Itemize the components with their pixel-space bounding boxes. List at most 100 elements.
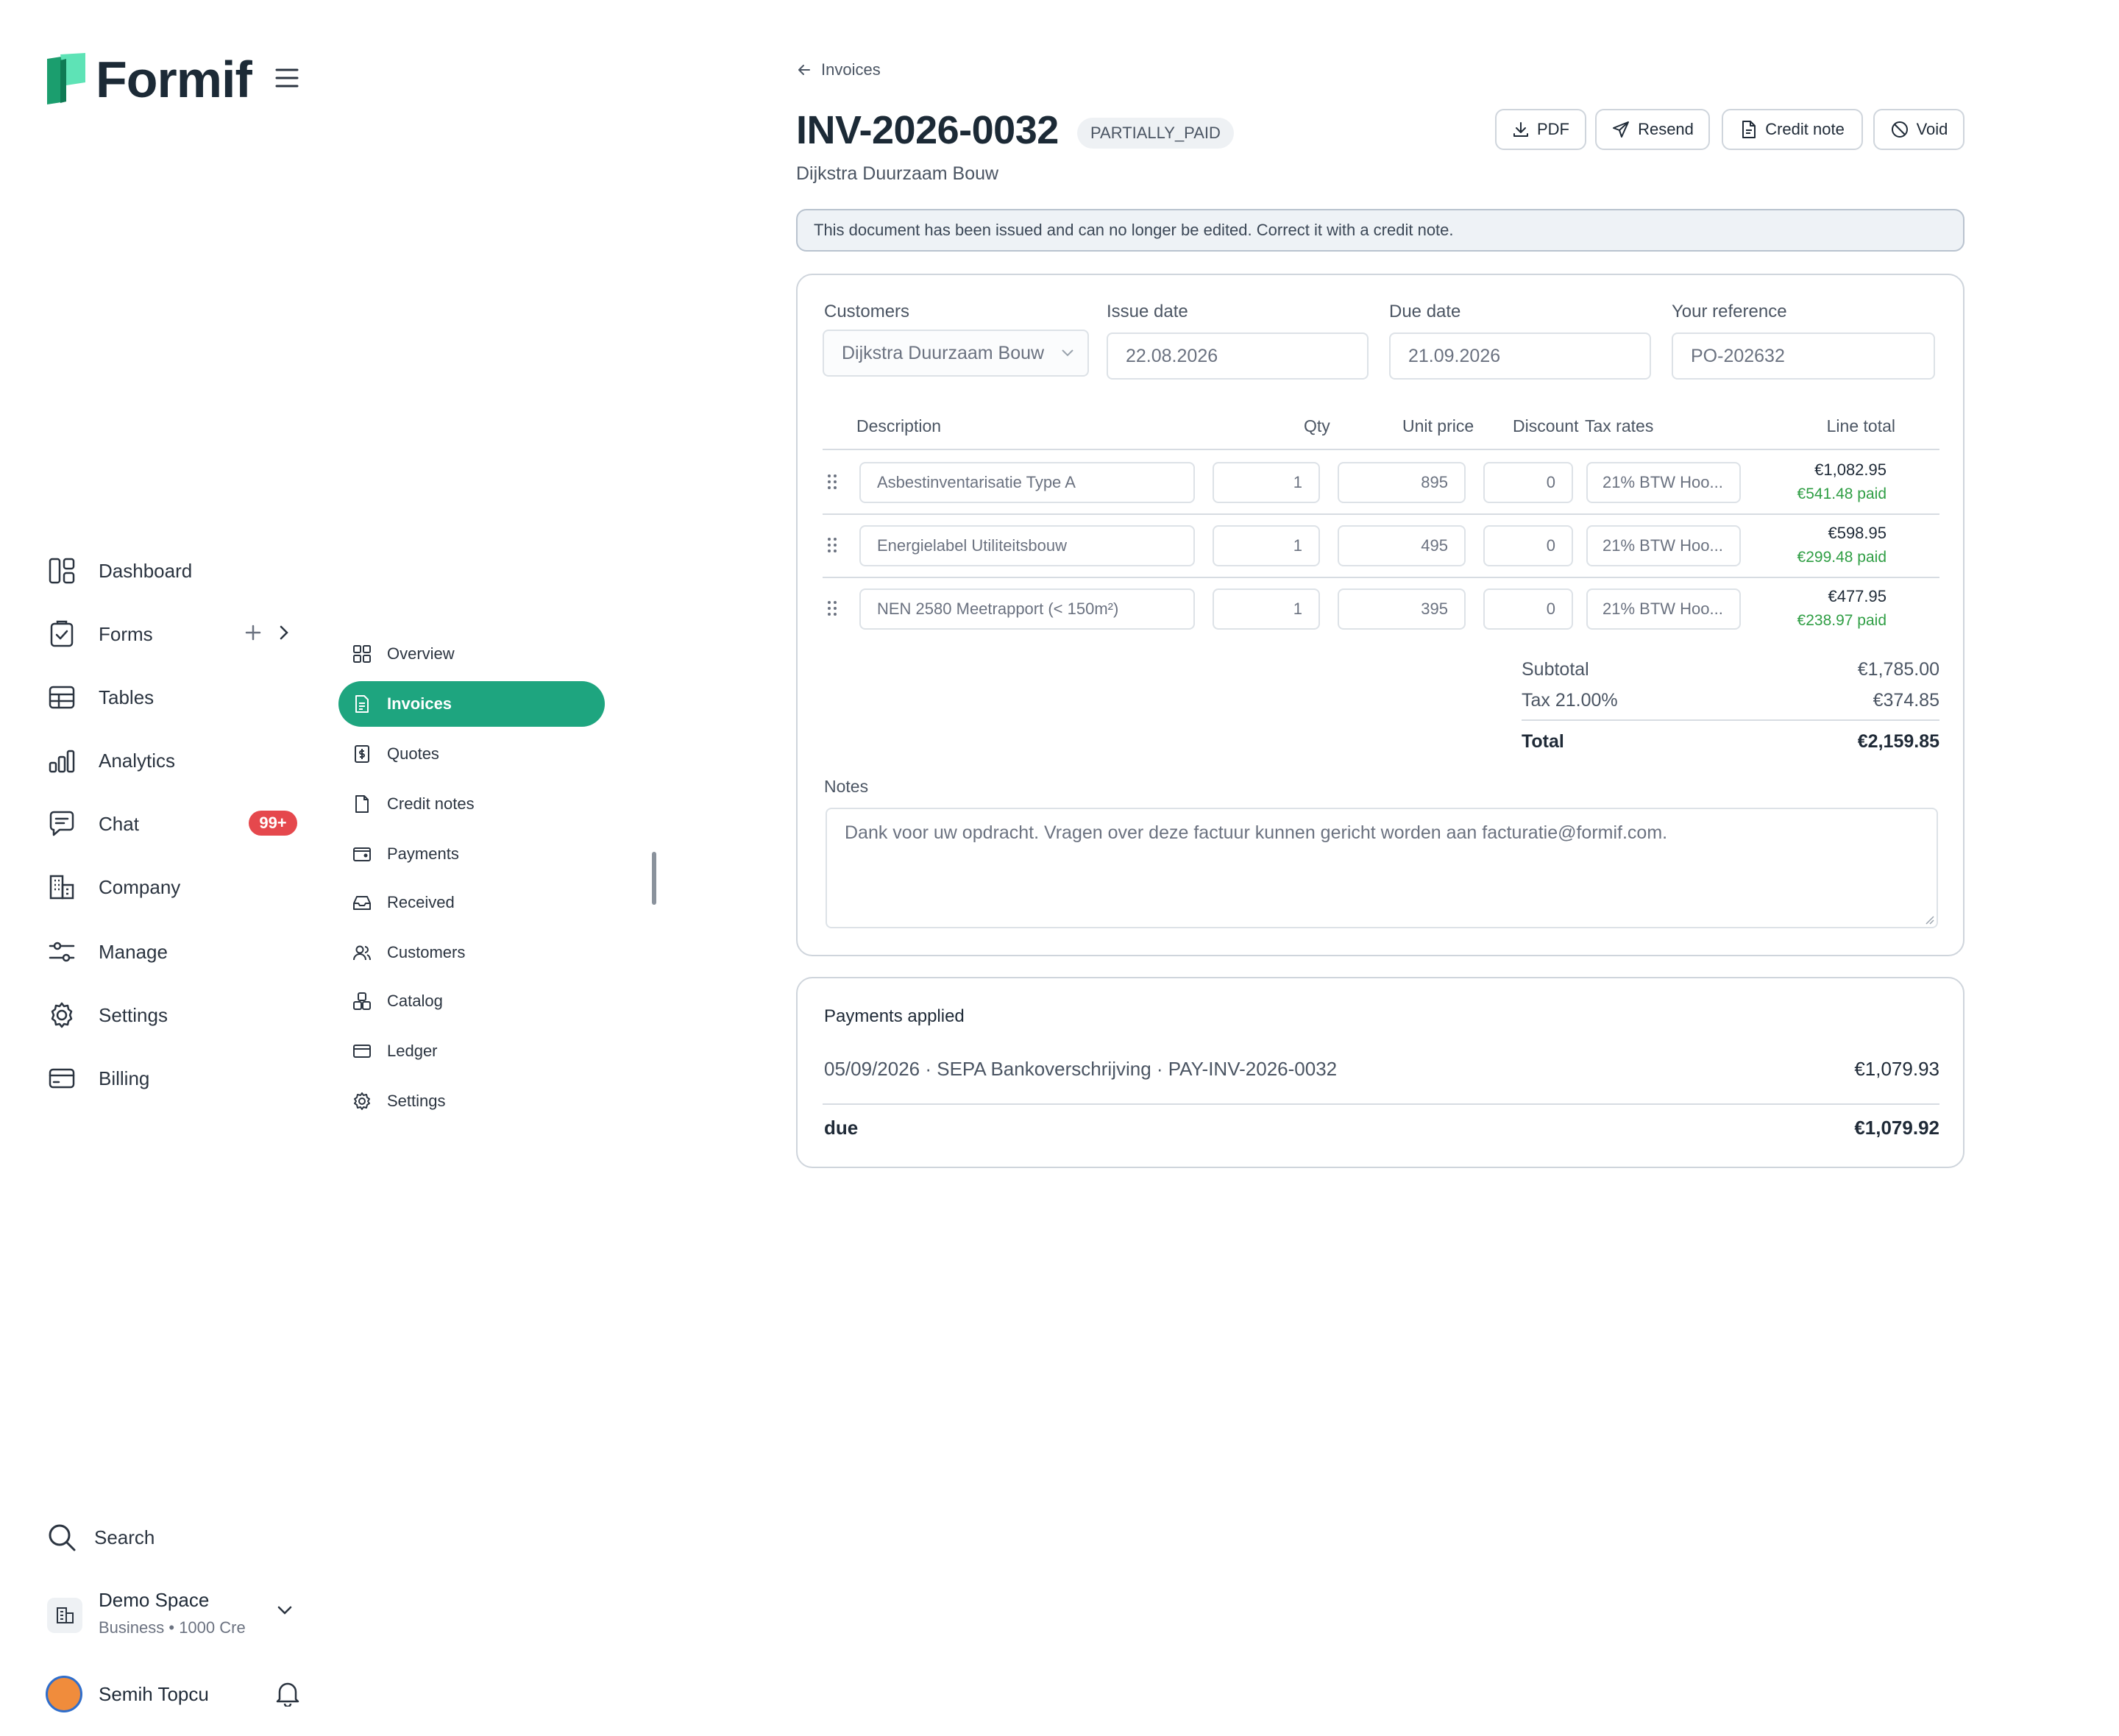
- subnav-item-credit-notes[interactable]: Credit notes: [338, 781, 605, 827]
- line-unit-price-input[interactable]: 395: [1338, 588, 1466, 630]
- dashboard-icon: [47, 556, 77, 586]
- breadcrumb[interactable]: Invoices: [796, 60, 881, 79]
- line-description-input[interactable]: NEN 2580 Meetrapport (< 150m²): [859, 588, 1195, 630]
- pdf-button[interactable]: PDF: [1495, 109, 1586, 150]
- reference-field[interactable]: PO-202632: [1672, 332, 1935, 380]
- dollar-document-icon: [352, 744, 372, 764]
- line-paid: €299.48 paid: [1797, 549, 1886, 566]
- inbox-icon: [352, 892, 372, 913]
- send-icon: [1611, 120, 1630, 139]
- line-qty-input[interactable]: 1: [1213, 525, 1320, 566]
- user-name[interactable]: Semih Topcu: [99, 1683, 209, 1706]
- nav-label: Analytics: [99, 749, 176, 772]
- subnav-label: Quotes: [387, 744, 439, 763]
- subnav-label: Catalog: [387, 992, 443, 1010]
- line-discount-input[interactable]: 0: [1483, 462, 1573, 503]
- subnav-item-payments[interactable]: Payments: [338, 831, 605, 877]
- bell-icon[interactable]: [275, 1680, 300, 1707]
- chevron-down-icon[interactable]: [277, 1605, 293, 1615]
- line-unit-price-input[interactable]: 495: [1338, 525, 1466, 566]
- line-qty-input[interactable]: 1: [1213, 462, 1320, 503]
- due-date-field[interactable]: 21.09.2026: [1389, 332, 1651, 380]
- total-label: Total: [1522, 731, 1564, 752]
- notes-label: Notes: [824, 777, 869, 796]
- add-form-icon[interactable]: [244, 624, 262, 641]
- line-discount-input[interactable]: 0: [1483, 525, 1573, 566]
- customer-select-value: Dijkstra Duurzaam Bouw: [842, 342, 1045, 363]
- workspace-name[interactable]: Demo Space: [99, 1589, 209, 1612]
- drag-handle-icon[interactable]: [827, 537, 837, 553]
- line-description-input[interactable]: Energielabel Utiliteitsbouw: [859, 525, 1195, 566]
- total-value: €2,159.85: [1857, 731, 1939, 752]
- gear-icon: [352, 1091, 372, 1111]
- tax-value: €374.85: [1873, 690, 1939, 711]
- building-icon: [47, 872, 77, 902]
- resend-button[interactable]: Resend: [1595, 109, 1710, 150]
- table-icon: [47, 683, 77, 712]
- credit-note-button[interactable]: Credit note: [1722, 109, 1863, 150]
- forms-icon: [47, 619, 77, 649]
- chat-icon: [47, 809, 77, 839]
- avatar[interactable]: [46, 1676, 82, 1712]
- nav-item-billing[interactable]: Billing: [47, 1058, 305, 1099]
- customer-select[interactable]: Dijkstra Duurzaam Bouw: [823, 330, 1089, 377]
- ledger-icon: [352, 1041, 372, 1061]
- line-tax-select[interactable]: 21% BTW Hoo...: [1586, 525, 1741, 566]
- line-discount-input[interactable]: 0: [1483, 588, 1573, 630]
- nav-label: Billing: [99, 1067, 150, 1089]
- search-button[interactable]: Search: [47, 1523, 155, 1552]
- nav-item-settings[interactable]: Settings: [47, 995, 305, 1036]
- subnav-item-customers[interactable]: Customers: [338, 930, 605, 975]
- line-qty-input[interactable]: 1: [1213, 588, 1320, 630]
- subnav-item-ledger[interactable]: Ledger: [338, 1028, 605, 1074]
- nav-item-tables[interactable]: Tables: [47, 677, 305, 718]
- void-button-label: Void: [1916, 120, 1948, 138]
- nav-item-company[interactable]: Company: [47, 867, 305, 908]
- nav-item-manage[interactable]: Manage: [47, 931, 305, 972]
- file-icon: [1740, 120, 1758, 139]
- line-tax-select[interactable]: 21% BTW Hoo...: [1586, 588, 1741, 630]
- status-badge: PARTIALLY_PAID: [1077, 118, 1234, 149]
- line-paid: €541.48 paid: [1797, 485, 1886, 502]
- subnav-item-catalog[interactable]: Catalog: [338, 978, 605, 1024]
- file-icon: [352, 794, 372, 814]
- reference-label: Your reference: [1672, 302, 1787, 321]
- hamburger-menu-icon[interactable]: [275, 68, 299, 88]
- subnav-label: Payments: [387, 844, 459, 863]
- tax-label: Tax 21.00%: [1522, 690, 1618, 711]
- chevron-right-icon[interactable]: [278, 624, 290, 641]
- totals-divider: [1522, 719, 1939, 721]
- subnav-item-settings[interactable]: Settings: [338, 1078, 605, 1124]
- nav-item-analytics[interactable]: Analytics: [47, 740, 305, 781]
- nav-label: Forms: [99, 622, 153, 645]
- payments-divider: [823, 1103, 1939, 1105]
- subnav-item-invoices[interactable]: Invoices: [338, 681, 605, 727]
- chat-unread-badge: 99+: [249, 811, 297, 836]
- issue-date-field[interactable]: 22.08.2026: [1107, 332, 1369, 380]
- line-unit-price-input[interactable]: 895: [1338, 462, 1466, 503]
- subnav-item-quotes[interactable]: Quotes: [338, 731, 605, 777]
- subnav-item-received[interactable]: Received: [338, 880, 605, 925]
- nav-item-dashboard[interactable]: Dashboard: [47, 550, 305, 591]
- drag-handle-icon[interactable]: [827, 600, 837, 616]
- document-customer: Dijkstra Duurzaam Bouw: [796, 163, 999, 184]
- app-logo[interactable]: Formif: [44, 53, 252, 106]
- subnav-label: Customers: [387, 943, 466, 961]
- subnav-label: Invoices: [387, 694, 452, 713]
- notes-textarea[interactable]: Dank voor uw opdracht. Vragen over deze …: [826, 808, 1938, 928]
- subnav-label: Credit notes: [387, 794, 475, 813]
- nav-label: Settings: [99, 1003, 168, 1026]
- line-description-input[interactable]: Asbestinventarisatie Type A: [859, 462, 1195, 503]
- line-total: €598.95: [1828, 524, 1886, 542]
- subnav-item-overview[interactable]: Overview: [338, 631, 605, 677]
- boxes-icon: [352, 991, 372, 1011]
- download-icon: [1512, 121, 1530, 138]
- nav-item-forms[interactable]: Forms: [47, 613, 305, 655]
- resize-handle-icon[interactable]: [1923, 914, 1935, 925]
- drag-handle-icon[interactable]: [827, 474, 837, 490]
- line-tax-select[interactable]: 21% BTW Hoo...: [1586, 462, 1741, 503]
- subtotal-label: Subtotal: [1522, 659, 1589, 680]
- scrollbar-thumb[interactable]: [652, 852, 656, 905]
- void-button[interactable]: Void: [1873, 109, 1964, 150]
- subnav-label: Overview: [387, 644, 455, 663]
